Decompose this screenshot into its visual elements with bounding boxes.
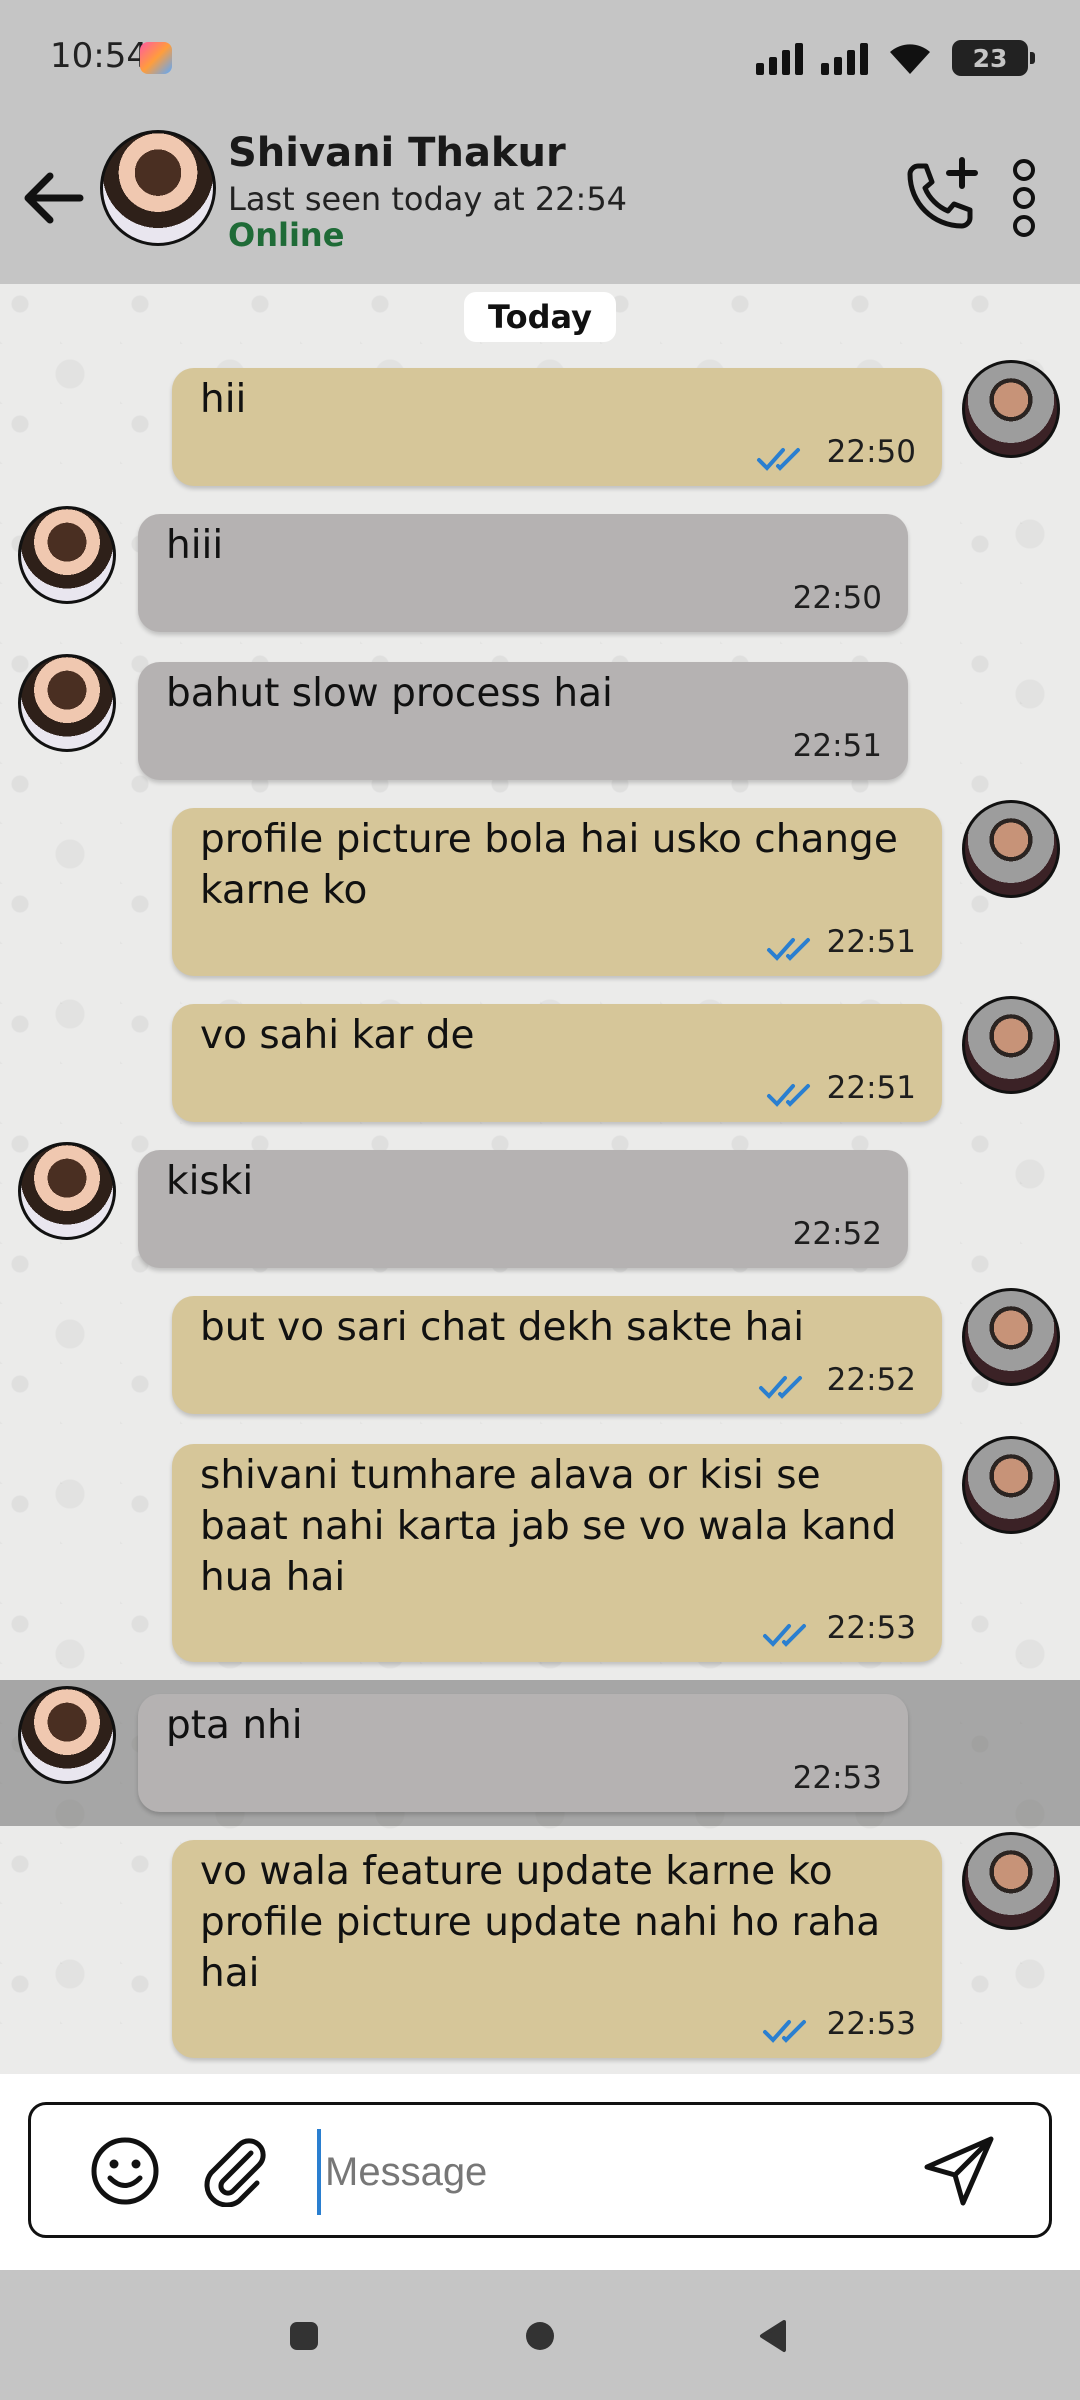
contact-message-avatar (18, 506, 116, 604)
outgoing-message[interactable]: but vo sari chat dekh sakte hai 22:52 (172, 1296, 942, 1414)
contact-message-avatar (18, 1142, 116, 1240)
date-divider: Today (464, 292, 616, 342)
message-time: 22:51 (792, 728, 882, 764)
message-time: 22:50 (792, 580, 882, 616)
back-button[interactable] (754, 2316, 794, 2356)
message-text: kiski (166, 1159, 254, 1204)
message-text: but vo sari chat dekh sakte hai (200, 1305, 805, 1350)
double-check-icon (757, 448, 800, 471)
incoming-message[interactable]: hiii 22:50 (138, 514, 908, 632)
incoming-message[interactable]: pta nhi 22:53 (138, 1694, 908, 1812)
last-seen-text: Last seen today at 22:54 (228, 180, 628, 218)
online-status: Online (228, 216, 345, 254)
my-avatar (962, 1832, 1060, 1930)
contact-message-avatar (18, 1686, 116, 1784)
circle-icon (526, 2322, 554, 2350)
outgoing-message[interactable]: vo sahi kar de 22:51 (172, 1004, 942, 1122)
outgoing-message[interactable]: profile picture bola hai usko change kar… (172, 808, 942, 976)
my-avatar (962, 1288, 1060, 1386)
double-check-icon (763, 1624, 806, 1647)
status-time: 10:54 (50, 36, 148, 76)
contact-avatar[interactable] (100, 130, 216, 246)
message-time: 22:51 (826, 924, 916, 960)
message-time: 22:52 (826, 1362, 916, 1398)
arrow-left-icon[interactable] (18, 162, 90, 234)
square-icon (290, 2322, 318, 2350)
chat-area[interactable]: Today hii 22:50 hiii 22:50 bahut slow pr… (0, 284, 1080, 2074)
outgoing-message[interactable]: hii 22:50 (172, 368, 942, 486)
message-time: 22:51 (826, 1070, 916, 1106)
double-check-icon (767, 1084, 810, 1107)
outgoing-message[interactable]: vo wala feature update karne ko profile … (172, 1840, 942, 2058)
message-time: 22:52 (792, 1216, 882, 1252)
message-time: 22:53 (826, 2006, 916, 2042)
status-bar: 10:54 23 (0, 0, 1080, 112)
message-text: bahut slow process hai (166, 671, 613, 716)
paperclip-icon[interactable] (199, 2135, 271, 2207)
message-text: hii (200, 377, 247, 422)
battery-level: 23 (972, 43, 1008, 73)
message-time: 22:53 (826, 1610, 916, 1646)
message-text: shivani tumhare alava or kisi se baat na… (200, 1453, 897, 1600)
more-vertical-icon[interactable] (1000, 154, 1048, 244)
message-time: 22:50 (826, 434, 916, 470)
message-text: profile picture bola hai usko change kar… (200, 817, 898, 913)
smiley-icon[interactable] (89, 2135, 161, 2207)
my-avatar (962, 996, 1060, 1094)
outgoing-message[interactable]: shivani tumhare alava or kisi se baat na… (172, 1444, 942, 1662)
home-button[interactable] (520, 2316, 560, 2356)
my-avatar (962, 800, 1060, 898)
battery-icon: 23 (952, 40, 1035, 76)
message-composer (28, 2102, 1052, 2238)
contact-message-avatar (18, 654, 116, 752)
message-input[interactable] (317, 2129, 927, 2215)
chat-header: Shivani Thakur Last seen today at 22:54 … (0, 112, 1080, 284)
triangle-left-icon (760, 2320, 786, 2352)
system-navigation-bar (0, 2270, 1080, 2400)
signal-2-icon (821, 41, 868, 75)
message-time: 22:53 (792, 1760, 882, 1796)
my-avatar (962, 1436, 1060, 1534)
status-indicators: 23 (756, 38, 1035, 78)
notification-app-icon (140, 42, 172, 74)
signal-1-icon (756, 41, 803, 75)
phone-plus-icon[interactable] (896, 152, 986, 242)
recents-button[interactable] (284, 2316, 324, 2356)
incoming-message[interactable]: bahut slow process hai 22:51 (138, 662, 908, 780)
message-text: vo sahi kar de (200, 1013, 475, 1058)
message-text: vo wala feature update karne ko profile … (200, 1849, 881, 1996)
send-icon[interactable] (919, 2131, 999, 2211)
message-text: pta nhi (166, 1703, 303, 1748)
my-avatar (962, 360, 1060, 458)
double-check-icon (767, 938, 810, 961)
message-text: hiii (166, 523, 224, 568)
incoming-message[interactable]: kiski 22:52 (138, 1150, 908, 1268)
wifi-icon (890, 44, 930, 74)
double-check-icon (763, 2020, 806, 2043)
double-check-icon (759, 1376, 802, 1399)
contact-name[interactable]: Shivani Thakur (228, 130, 566, 176)
